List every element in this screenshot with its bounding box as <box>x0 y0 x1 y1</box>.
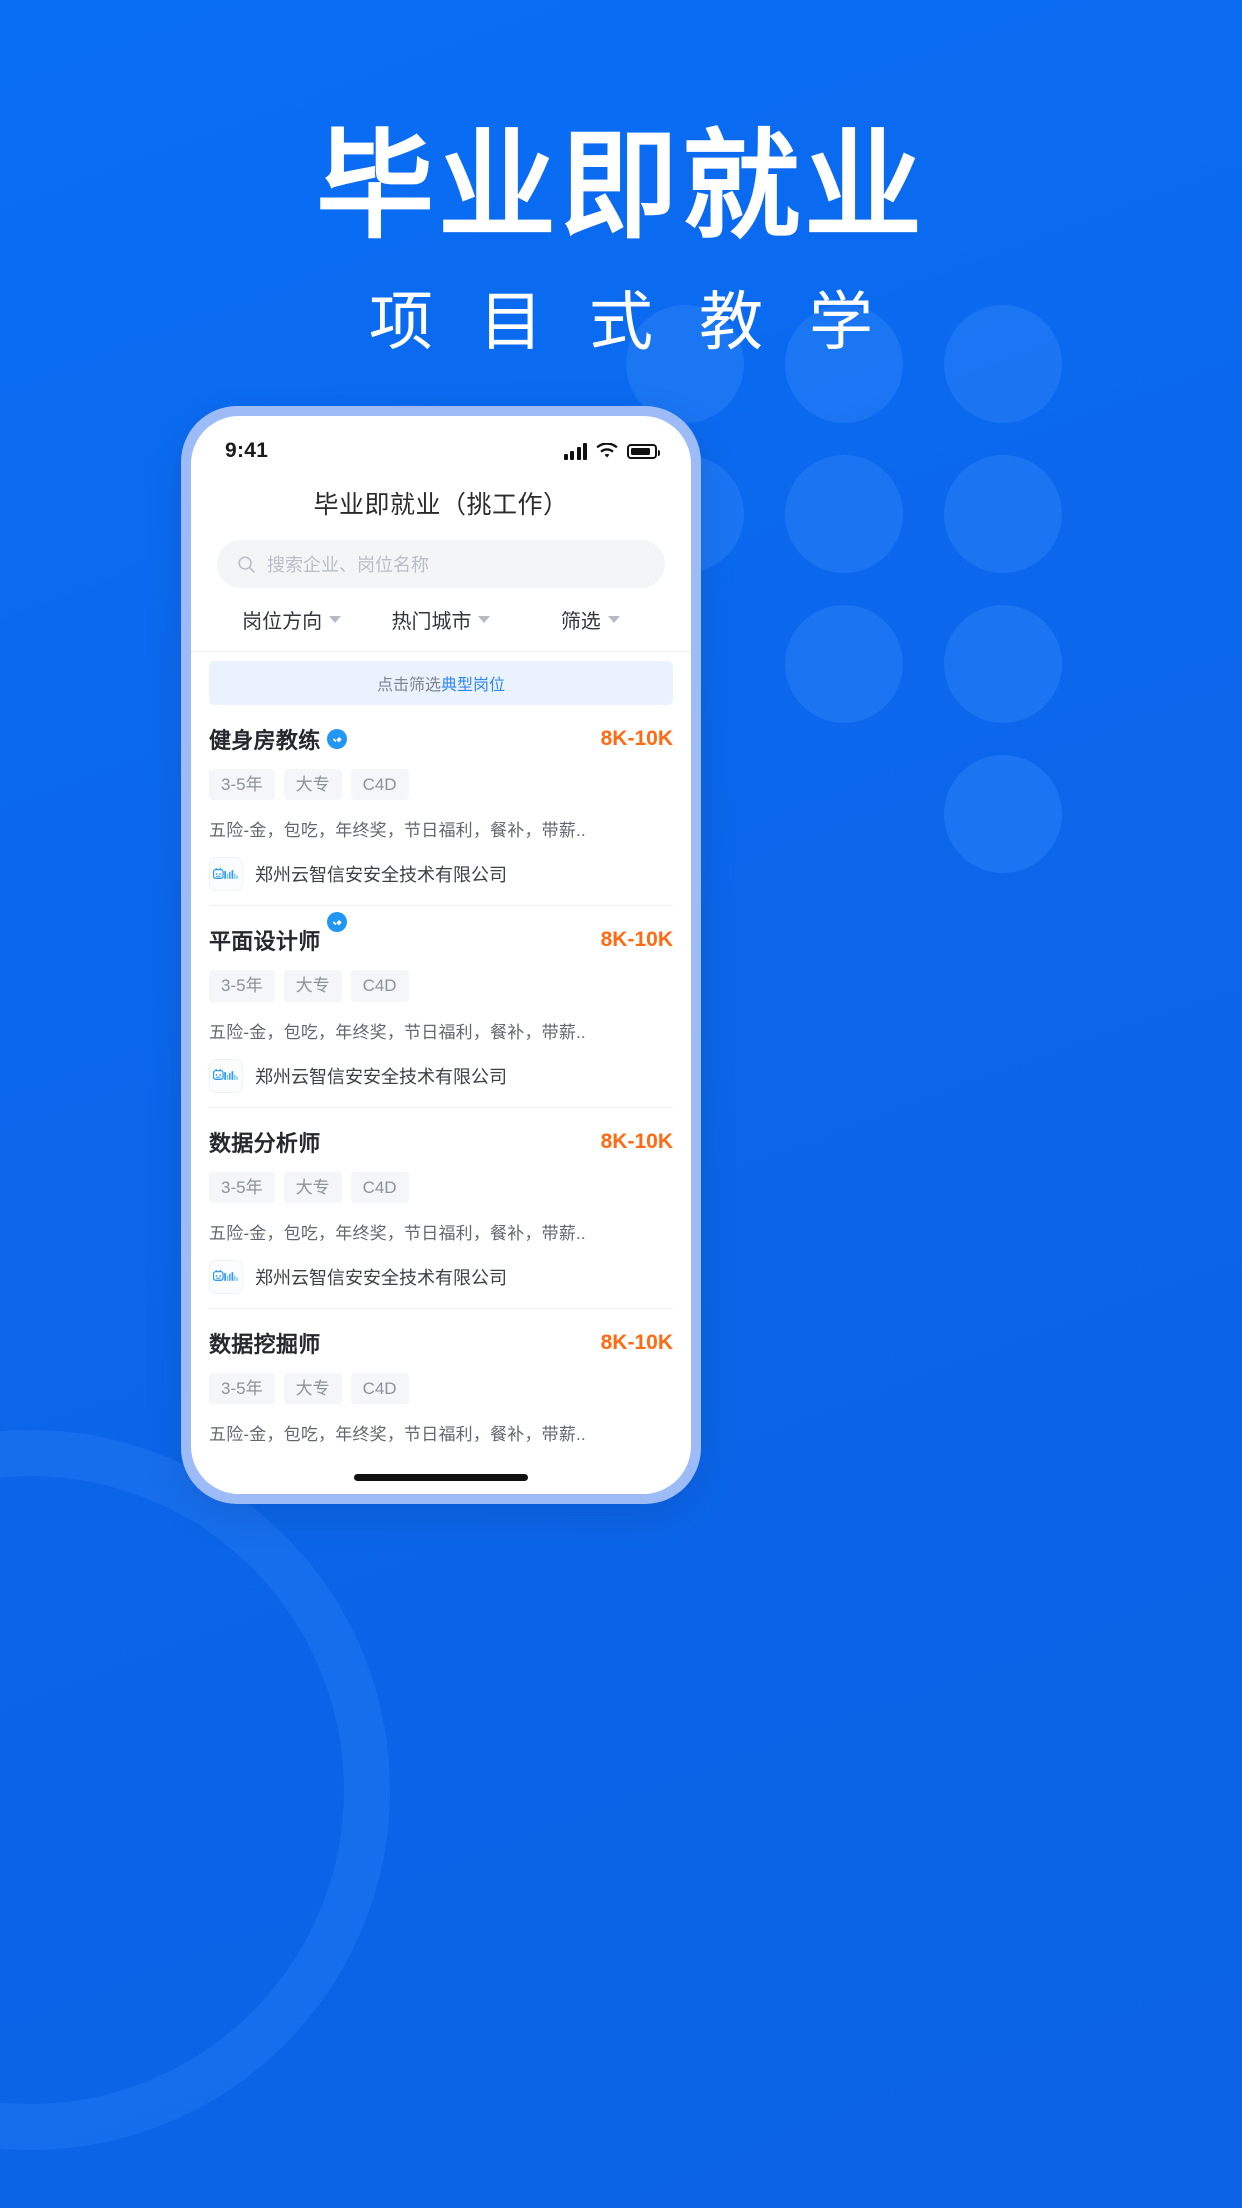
search-section: 搜索企业、岗位名称 <box>191 534 691 588</box>
job-tag: 3-5年 <box>209 1372 275 1404</box>
job-title-group: 健身房教练 <box>209 723 347 755</box>
job-card-header: 健身房教练 8K-10K <box>209 723 673 755</box>
company-logo-icon <box>209 1259 243 1294</box>
job-salary: 8K-10K <box>600 1129 673 1153</box>
chevron-down-icon <box>478 616 491 623</box>
search-input[interactable]: 搜索企业、岗位名称 <box>217 540 665 588</box>
job-card-header: 平面设计师 8K-10K <box>209 912 673 956</box>
job-tag: 3-5年 <box>209 1171 275 1203</box>
job-company-row[interactable]: 郑州云智信安安全技术有限公司 <box>209 857 673 892</box>
job-tag: 大专 <box>283 1372 342 1404</box>
typical-jobs-banner[interactable]: 点击筛选 典型岗位 <box>209 661 673 705</box>
job-tag: 大专 <box>283 970 342 1002</box>
filter-label: 热门城市 <box>391 611 472 633</box>
company-name: 郑州云智信安安全技术有限公司 <box>255 1267 507 1288</box>
status-icons <box>563 442 660 460</box>
job-card-header: 数据分析师 8K-10K <box>209 1126 673 1158</box>
job-list[interactable]: 健身房教练 8K-10K 3-5年 大专 C4D 五险-金，包吃，年终奖，节日福… <box>191 705 691 1460</box>
job-tag: 大专 <box>283 1171 342 1203</box>
decorative-dot <box>944 605 1062 723</box>
job-tags: 3-5年 大专 C4D <box>209 1372 673 1404</box>
company-logo-icon <box>209 1058 243 1093</box>
job-tags: 3-5年 大专 C4D <box>209 1171 673 1203</box>
job-title: 数据分析师 <box>209 1130 321 1156</box>
job-tags: 3-5年 大专 C4D <box>209 970 673 1002</box>
banner-highlight-text: 典型岗位 <box>441 677 506 694</box>
phone-screen: 9:41 毕业即就业（挑工作） 搜索企业、岗位名称 岗位方向 热门城市 筛选 点… <box>191 416 691 1494</box>
page-header: 毕业即就业（挑工作） <box>191 472 691 534</box>
chevron-down-icon <box>607 616 620 623</box>
status-time: 9:41 <box>225 439 269 462</box>
company-logo-icon <box>209 857 243 892</box>
job-card[interactable]: 健身房教练 8K-10K 3-5年 大专 C4D 五险-金，包吃，年终奖，节日福… <box>209 705 673 907</box>
job-tags: 3-5年 大专 C4D <box>209 769 673 801</box>
search-placeholder: 搜索企业、岗位名称 <box>267 555 429 575</box>
job-company-row[interactable]: 郑州云智信安安全技术有限公司 <box>209 1259 673 1294</box>
job-tag: C4D <box>350 769 409 801</box>
verified-badge-icon <box>326 729 347 749</box>
signal-bars-icon <box>563 442 587 460</box>
filter-bar: 岗位方向 热门城市 筛选 <box>191 588 691 652</box>
company-name: 郑州云智信安安全技术有限公司 <box>255 1066 507 1087</box>
job-tag: C4D <box>350 1171 409 1203</box>
filter-more[interactable]: 筛选 <box>516 605 665 634</box>
decorative-dot <box>785 605 903 723</box>
job-tag: 3-5年 <box>209 769 275 801</box>
phone-mockup: 9:41 毕业即就业（挑工作） 搜索企业、岗位名称 岗位方向 热门城市 筛选 点… <box>181 406 701 1504</box>
job-tag: 3-5年 <box>209 970 275 1002</box>
filter-label: 筛选 <box>560 611 601 633</box>
decorative-dot <box>944 455 1062 573</box>
job-title: 数据挖掘师 <box>209 1331 321 1357</box>
wifi-icon <box>596 442 618 458</box>
job-title-group: 数据挖掘师 <box>209 1327 321 1359</box>
home-indicator <box>191 1460 691 1494</box>
search-icon <box>238 555 255 573</box>
poster-subheadline: 项目式教学 <box>369 285 919 358</box>
filter-hot-city[interactable]: 热门城市 <box>366 605 515 634</box>
banner-section: 点击筛选 典型岗位 <box>191 652 691 705</box>
battery-icon <box>627 443 660 459</box>
job-salary: 8K-10K <box>600 727 673 750</box>
page-title: 毕业即就业（挑工作） <box>313 491 569 519</box>
poster-headline: 毕业即就业 <box>315 121 926 253</box>
decorative-dot <box>785 455 903 573</box>
filter-job-direction[interactable]: 岗位方向 <box>217 605 366 634</box>
job-card[interactable]: 平面设计师 8K-10K 3-5年 大专 C4D 五险-金，包吃，年终奖，节日福… <box>209 906 673 1108</box>
job-salary: 8K-10K <box>600 928 673 952</box>
filter-label: 岗位方向 <box>242 611 323 633</box>
job-benefits: 五险-金，包吃，年终奖，节日福利，餐补，带薪.. <box>209 821 586 841</box>
job-card-header: 数据挖掘师 8K-10K <box>209 1327 673 1359</box>
job-benefits: 五险-金，包吃，年终奖，节日福利，餐补，带薪.. <box>209 1022 586 1042</box>
job-title-group: 数据分析师 <box>209 1126 321 1158</box>
job-salary: 8K-10K <box>600 1330 673 1354</box>
status-bar: 9:41 <box>191 416 691 472</box>
job-company-row[interactable]: 郑州云智信安安全技术有限公司 <box>209 1058 673 1093</box>
verified-badge-icon <box>326 912 347 933</box>
company-name: 郑州云智信安安全技术有限公司 <box>255 865 507 886</box>
job-benefits: 五险-金，包吃，年终奖，节日福利，餐补，带薪.. <box>209 1223 586 1243</box>
job-card[interactable]: 数据挖掘师 8K-10K 3-5年 大专 C4D 五险-金，包吃，年终奖，节日福… <box>209 1309 673 1460</box>
decorative-dot <box>944 755 1062 873</box>
job-benefits: 五险-金，包吃，年终奖，节日福利，餐补，带薪.. <box>209 1425 586 1444</box>
poster-headline-block: 毕业即就业 项目式教学 <box>0 120 1242 362</box>
job-title: 健身房教练 <box>209 728 321 753</box>
banner-prefix-text: 点击筛选 <box>376 677 441 694</box>
chevron-down-icon <box>329 616 342 623</box>
job-title-group: 平面设计师 <box>209 912 347 956</box>
job-tag: C4D <box>350 1372 409 1404</box>
job-tag: C4D <box>350 970 409 1002</box>
decorative-ring <box>0 1430 390 2150</box>
job-title: 平面设计师 <box>209 929 321 955</box>
job-tag: 大专 <box>283 769 342 801</box>
job-card[interactable]: 数据分析师 8K-10K 3-5年 大专 C4D 五险-金，包吃，年终奖，节日福… <box>209 1108 673 1309</box>
